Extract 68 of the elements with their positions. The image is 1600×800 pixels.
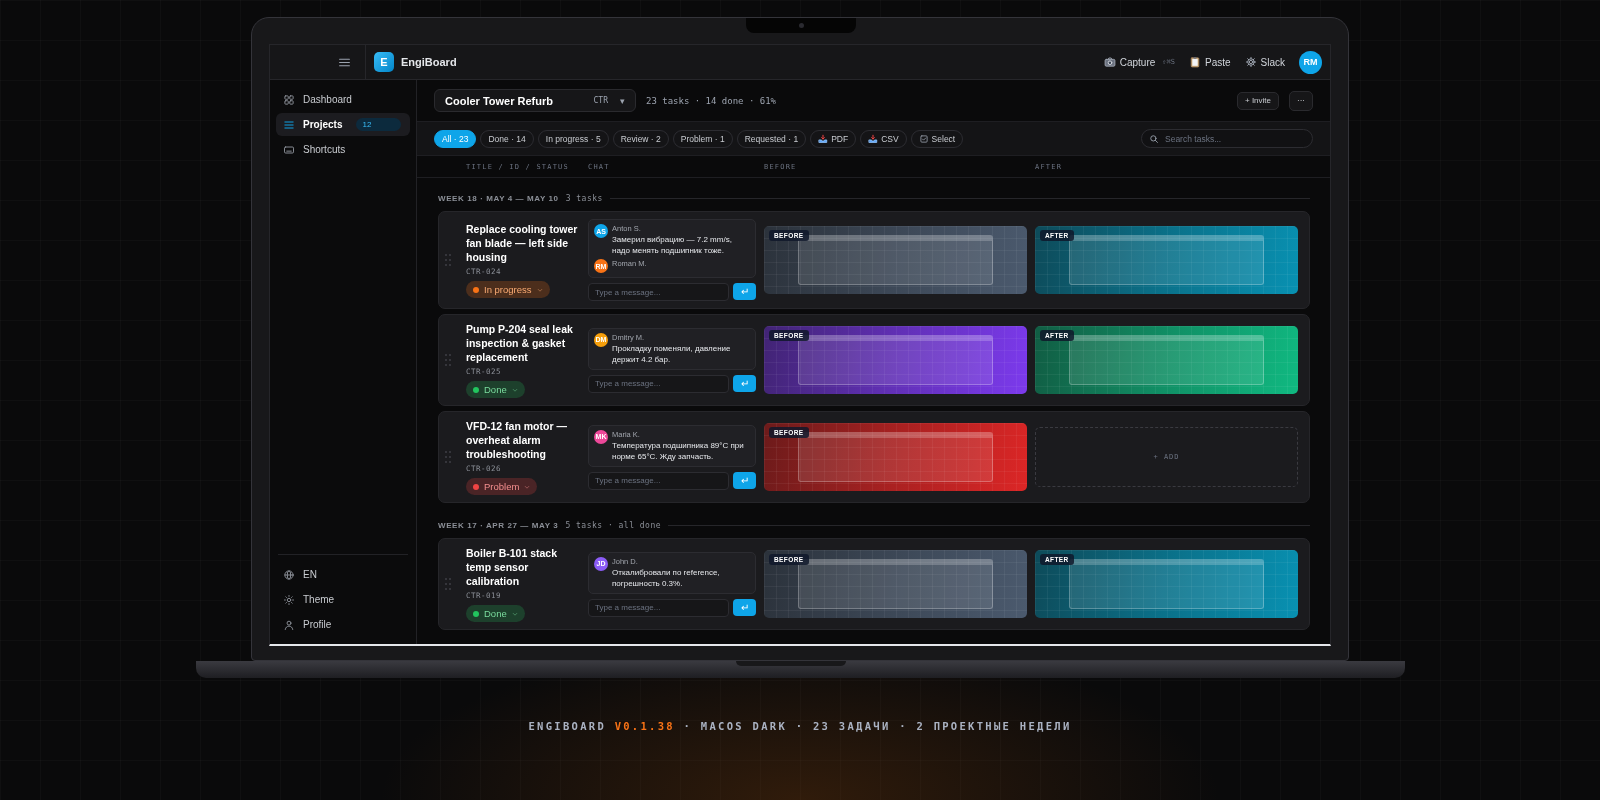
camera-icon xyxy=(1103,56,1116,68)
app-name: EngiBoard xyxy=(401,56,457,68)
project-stats: 23 tasks · 14 done · 61% xyxy=(646,95,777,106)
filter-chip[interactable]: Requested · 1 xyxy=(736,129,807,148)
task-title: Boiler B-101 stack temp sensor calibration xyxy=(466,546,559,588)
project-code: CTR xyxy=(593,96,608,105)
user-icon xyxy=(283,618,295,631)
drag-handle-icon[interactable] xyxy=(444,450,452,464)
inbox-tray-icon xyxy=(868,133,879,144)
status-pill[interactable]: In progress xyxy=(466,281,550,298)
filter-chip[interactable]: Done · 14 xyxy=(480,129,534,148)
task-title: Pump P-204 seal leak inspection & gasket replacement xyxy=(466,322,574,364)
app-logo: E xyxy=(374,52,394,72)
count-badge: 12 xyxy=(356,118,402,131)
message-text: Прокладку поменяли, давление держит 4.2 бар. xyxy=(612,342,732,365)
globe-icon xyxy=(283,568,295,581)
week-title: WEEK 17 · APR 27 — MAY 3 xyxy=(438,520,559,530)
gear-icon xyxy=(1244,56,1257,68)
invite-button[interactable]: + Invite xyxy=(1237,91,1279,110)
toolbar-button[interactable]: Paste xyxy=(1188,56,1231,68)
search-field[interactable]: Search tasks... xyxy=(1141,129,1313,148)
filter-chip[interactable]: Review · 2 xyxy=(612,129,669,148)
message-field[interactable]: Type a message... xyxy=(588,283,729,301)
checkbox-icon xyxy=(918,133,929,144)
message-text: Замерил вибрацию — 7.2 mm/s, надо менять подшипник тоже. xyxy=(612,234,733,256)
sidebar-item[interactable]: Profile xyxy=(276,613,410,636)
chevron-down-icon xyxy=(511,610,518,617)
message-field[interactable]: Type a message... xyxy=(588,471,729,490)
project-select[interactable]: Cooler Tower Refurb CTR ▾ xyxy=(434,89,636,112)
drag-handle-icon[interactable] xyxy=(444,253,452,267)
action-button[interactable]: Select xyxy=(910,129,964,148)
status-pill[interactable]: Done xyxy=(466,381,525,398)
message-text: Откалибровали по reference, погрешность 0.3%. xyxy=(612,566,721,589)
message-field[interactable]: Type a message... xyxy=(588,374,729,393)
sun-icon xyxy=(283,593,295,606)
camera-dot xyxy=(798,23,804,28)
message-text: Температура подшипника 89°C при норме 65°C. Жду запчасть. xyxy=(612,439,745,462)
clipboard-icon xyxy=(1188,56,1201,68)
chevron-down-icon xyxy=(524,483,531,490)
footer-caption: ENGIBOARD V0.1.38 · MACOS DARK · 23 ЗАДАЧИ · 2 ПРОЕКТНЫЕ НЕДЕЛИ xyxy=(528,720,1072,732)
dropdown-caret: ▾ xyxy=(620,95,625,106)
status-pill[interactable]: Problem xyxy=(466,478,538,495)
week-summary: 5 tasks · all done xyxy=(565,520,662,530)
sidebar-item[interactable]: Projects 12 xyxy=(276,113,410,136)
drag-handle-icon[interactable] xyxy=(444,353,452,367)
task-title: Replace cooling tower fan blade — left side housing xyxy=(466,222,579,264)
sidebar-item[interactable]: Theme xyxy=(276,588,410,611)
filter-chip[interactable]: In progress · 5 xyxy=(537,129,609,148)
more-button[interactable]: ··· xyxy=(1289,90,1313,111)
action-button[interactable]: PDF xyxy=(810,129,857,148)
week-summary: 3 tasks xyxy=(565,193,603,203)
filter-chip[interactable]: Problem · 1 xyxy=(672,129,733,148)
chevron-down-icon xyxy=(511,386,518,393)
list-icon xyxy=(283,118,295,131)
action-button[interactable]: CSV xyxy=(860,129,907,148)
toolbar-button[interactable]: Slack xyxy=(1244,56,1285,68)
message-field[interactable]: Type a message... xyxy=(588,598,729,617)
grid-icon xyxy=(283,93,295,106)
sidebar-item[interactable]: EN xyxy=(276,563,410,586)
task-title: VFD-12 fan motor — overheat alarm troubleshooting xyxy=(466,419,568,461)
drag-handle-icon[interactable] xyxy=(444,577,452,591)
keyboard-icon xyxy=(283,143,295,156)
sidebar-item[interactable]: Shortcuts xyxy=(276,138,410,161)
week-title: WEEK 18 · MAY 4 — MAY 10 xyxy=(438,193,559,203)
sidebar-item[interactable]: Dashboard xyxy=(276,88,410,111)
inbox-tray-icon xyxy=(818,133,829,144)
status-pill[interactable]: Done xyxy=(466,605,525,622)
chevron-down-icon xyxy=(536,286,543,293)
